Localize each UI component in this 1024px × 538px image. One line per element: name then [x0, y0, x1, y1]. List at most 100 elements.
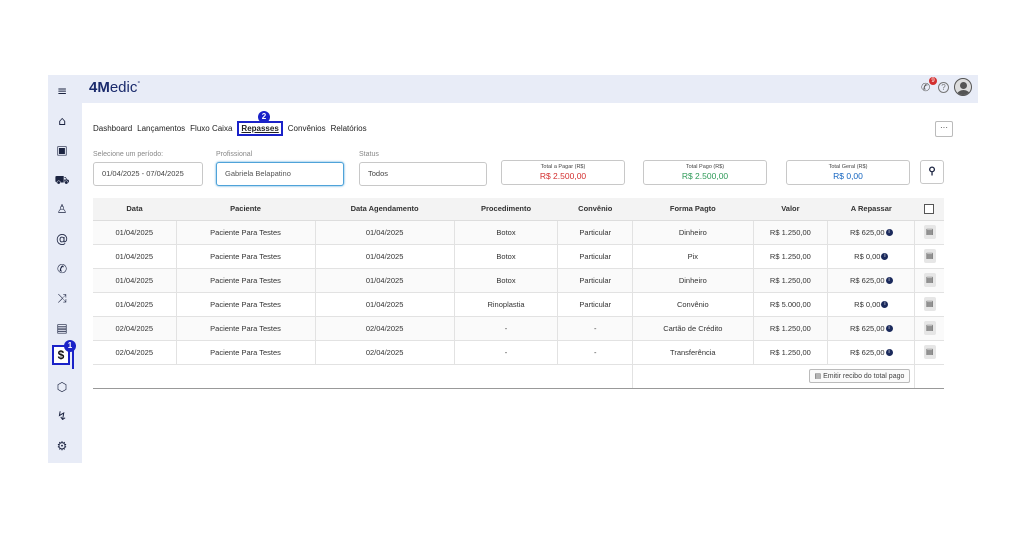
emit-receipt-button[interactable]: ▤ Emitir recibo do total pago [808, 369, 911, 383]
phone-icon[interactable]: ✆ [54, 261, 70, 277]
total-paid-value: R$ 2.500,00 [681, 171, 729, 181]
receipt-icon[interactable]: ▤ [923, 297, 936, 311]
table-row[interactable]: 01/04/2025 Paciente Para Testes 01/04/2025… [93, 244, 944, 269]
footer-actions: ▤ Emitir recibo do total pago [632, 364, 916, 389]
cell-value: R$ 1.250,00 [769, 251, 811, 261]
table-cell: 02/04/2025 [315, 340, 455, 365]
cell-value: Paciente Para Testes [210, 251, 281, 261]
column-header[interactable]: Forma Pagto [632, 198, 753, 221]
calendar-icon[interactable]: ▣ [54, 142, 70, 158]
table-row[interactable]: 01/04/2025 Paciente Para Testes 01/04/2025… [93, 220, 944, 245]
sidebar: ≡ ⌂ ▣ ⛟ ♙ @ ✆ ⤨ ▤ $ ⬡ ↯ ⚙ [48, 75, 76, 463]
professional-input[interactable]: Gabriela Belapatino [216, 162, 344, 186]
info-icon[interactable]: i [885, 277, 893, 285]
table-cell: Paciente Para Testes [176, 340, 316, 365]
table-cell: 02/04/2025 [93, 316, 177, 341]
column-header[interactable]: Paciente [176, 198, 316, 221]
receipt-icon[interactable]: ▤ [923, 249, 936, 263]
table-cell: R$ 625,00 i [827, 316, 916, 341]
info-icon[interactable]: i [881, 301, 889, 309]
more-options-button[interactable]: ··· [935, 121, 953, 137]
table-cell: Dinheiro [632, 268, 754, 293]
at-icon[interactable]: @ [54, 231, 70, 247]
app-logo[interactable]: 4Medic° [89, 79, 140, 96]
tab-dashboard[interactable]: Dashboard [93, 124, 132, 136]
tab-fluxo-caixa[interactable]: Fluxo Caixa [190, 124, 232, 136]
users-icon[interactable]: ♙ [54, 201, 70, 217]
column-header[interactable]: Data Agendamento [315, 198, 455, 221]
info-icon[interactable]: i [885, 229, 893, 237]
select-all-checkbox[interactable] [924, 203, 935, 214]
info-icon[interactable]: i [885, 325, 893, 333]
table-cell: 02/04/2025 [315, 316, 455, 341]
cell-value: 02/04/2025 [365, 347, 404, 357]
car-icon[interactable]: ⛟ [54, 172, 70, 188]
receipt-icon[interactable]: ▤ [923, 273, 936, 287]
table-cell: 01/04/2025 [93, 292, 177, 317]
total-to-pay-label: Total a Pagar (R$) [540, 164, 586, 170]
tab-relat-rios[interactable]: Relatórios [331, 124, 367, 136]
cell-value: Paciente Para Testes [210, 227, 281, 237]
total-general-card: Total Geral (R$) R$ 0,00 [786, 160, 910, 185]
clipboard-icon[interactable]: ▤ [54, 320, 70, 336]
cell-value: - [504, 323, 508, 333]
column-header[interactable]: Valor [753, 198, 828, 221]
total-paid-label: Total Pago (R$) [685, 164, 725, 170]
tab-lan-amentos[interactable]: Lançamentos [137, 124, 185, 136]
column-header[interactable]: Procedimento [454, 198, 558, 221]
info-icon[interactable]: i [881, 253, 889, 261]
document-icon: ▤ [814, 373, 824, 380]
total-to-pay-card: Total a Pagar (R$) R$ 2.500,00 [501, 160, 625, 185]
box-icon[interactable]: ⬡ [54, 379, 70, 395]
period-label: Selecione um período: [93, 151, 164, 158]
table-cell: - [454, 316, 559, 341]
cell-value: 01/04/2025 [365, 275, 404, 285]
cell-value: 02/04/2025 [365, 323, 404, 333]
table-cell: 01/04/2025 [93, 268, 177, 293]
table-row[interactable]: 02/04/2025 Paciente Para Testes 02/04/2025… [93, 316, 944, 341]
chart-icon[interactable]: ↯ [54, 408, 70, 424]
table-row[interactable]: 01/04/2025 Paciente Para Testes 01/04/2025… [93, 268, 944, 293]
avatar[interactable] [954, 78, 972, 96]
notification-icon[interactable]: ✆ 9 [921, 77, 937, 94]
receipt-icon[interactable]: ▤ [923, 345, 936, 359]
cell-value: 01/04/2025 [115, 299, 154, 309]
annotation-badge-1: 1 [64, 340, 76, 352]
cell-value: Paciente Para Testes [210, 347, 281, 357]
actions-cell: ▤ [914, 292, 944, 317]
receipt-icon[interactable]: ▤ [923, 321, 936, 335]
cell-value: - [504, 347, 508, 357]
cell-value: 02/04/2025 [115, 323, 154, 333]
tab-repasses[interactable]: Repasses [237, 121, 283, 136]
cell-value: Particular [579, 299, 612, 309]
status-select[interactable]: Todos [359, 162, 487, 186]
help-icon[interactable]: ? [938, 81, 949, 93]
table-cell: Particular [557, 244, 634, 269]
home-icon[interactable]: ⌂ [54, 113, 70, 129]
column-header[interactable]: A Repassar [827, 198, 915, 221]
column-header[interactable]: Data [93, 198, 177, 221]
select-all-header [914, 198, 944, 221]
period-input[interactable]: 01/04/2025 - 07/04/2025 [93, 162, 203, 186]
shuffle-icon[interactable]: ⤨ [54, 290, 70, 306]
table-row[interactable]: 02/04/2025 Paciente Para Testes 02/04/2025… [93, 340, 944, 365]
total-general-value: R$ 0,00 [833, 171, 863, 181]
info-icon[interactable]: i [885, 349, 893, 357]
tab-conv-nios[interactable]: Convênios [288, 124, 326, 136]
cell-value: Paciente Para Testes [210, 299, 281, 309]
menu-icon[interactable]: ≡ [54, 83, 70, 99]
app-frame: ≡ ⌂ ▣ ⛟ ♙ @ ✆ ⤨ ▤ $ ⬡ ↯ ⚙ 4Medic° ✆ 9 ? Dashboard Lanç… [48, 75, 978, 463]
table-row[interactable]: 01/04/2025 Paciente Para Testes 01/04/2025… [93, 292, 944, 317]
table-cell: R$ 625,00 i [827, 340, 916, 365]
total-paid-card: Total Pago (R$) R$ 2.500,00 [643, 160, 767, 185]
professional-label: Profissional [216, 151, 253, 158]
footer-spacer [93, 364, 634, 389]
table-cell: 02/04/2025 [93, 340, 177, 365]
settings-icon[interactable]: ⚙ [54, 438, 70, 454]
cell-value: Transferência [670, 347, 716, 357]
table-cell: R$ 1.250,00 [753, 220, 829, 245]
table-cell: Paciente Para Testes [176, 316, 316, 341]
receipt-icon[interactable]: ▤ [923, 225, 936, 239]
search-button[interactable]: ⚲ [920, 160, 944, 184]
column-header[interactable]: Convênio [557, 198, 633, 221]
